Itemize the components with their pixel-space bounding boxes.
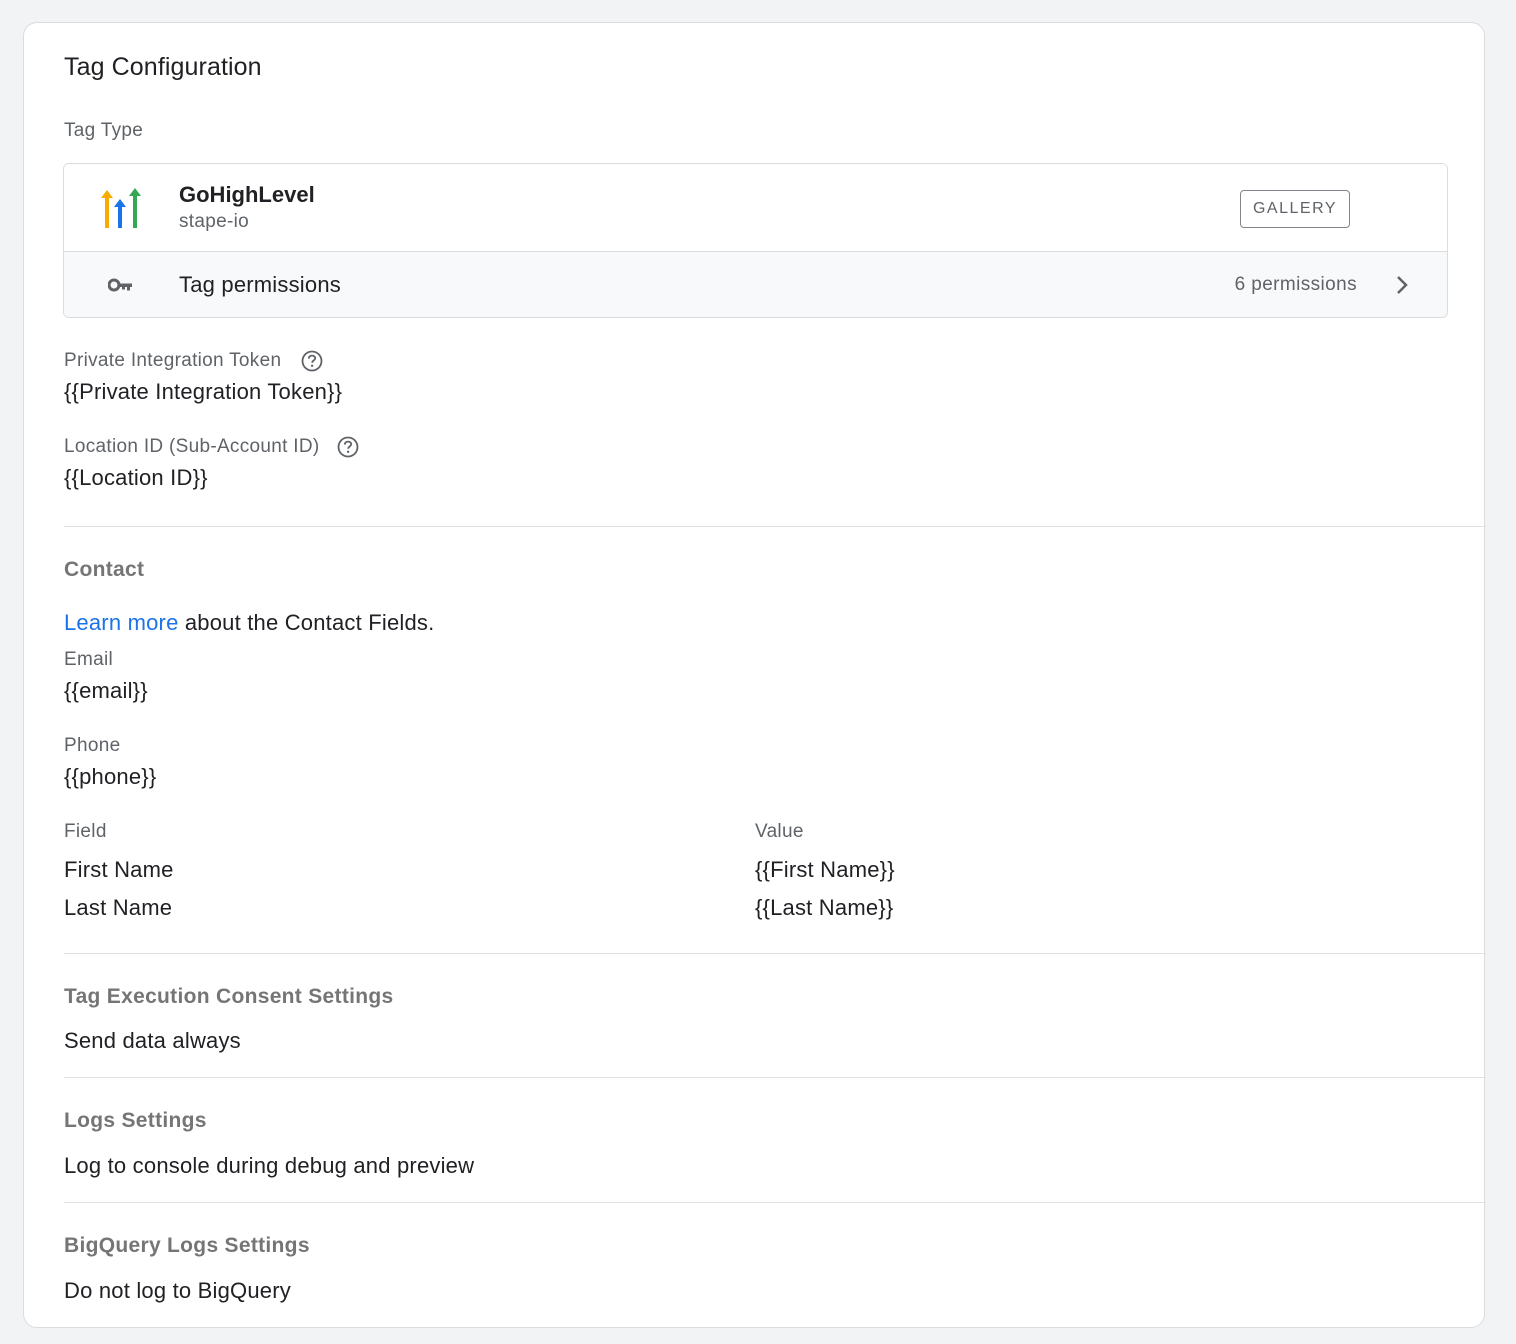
bigquery-value: Do not log to BigQuery xyxy=(64,1278,291,1303)
table-cell-field: Last Name xyxy=(64,895,173,920)
tag-vendor: stape-io xyxy=(179,211,249,232)
section-divider xyxy=(64,1202,1486,1203)
logs-section-title: Logs Settings xyxy=(64,1109,207,1132)
help-icon[interactable] xyxy=(337,436,359,458)
table-cell-value: {{Last Name}} xyxy=(755,895,894,920)
tag-configuration-card: Tag Configuration Tag Type GoHighLevel s… xyxy=(23,22,1486,1328)
key-icon xyxy=(108,278,132,292)
email-label: Email xyxy=(64,649,114,670)
section-divider xyxy=(64,526,1486,527)
consent-value: Send data always xyxy=(64,1028,241,1053)
table-cell-field: First Name xyxy=(64,857,174,882)
tag-name: GoHighLevel xyxy=(179,182,315,207)
logs-value: Log to console during debug and preview xyxy=(64,1153,475,1178)
card-title: Tag Configuration xyxy=(64,53,262,81)
phone-label: Phone xyxy=(64,735,121,756)
section-divider xyxy=(64,953,1486,954)
table-header-field: Field xyxy=(64,821,107,842)
gohighlevel-logo-icon xyxy=(101,188,141,228)
learn-more-text: about the Contact Fields. xyxy=(178,610,435,635)
phone-value: {{phone}} xyxy=(64,764,157,789)
table-cell-value: {{First Name}} xyxy=(755,857,895,882)
location-label: Location ID (Sub-Account ID) xyxy=(64,436,320,457)
help-icon[interactable] xyxy=(301,350,323,372)
section-divider xyxy=(64,1077,1486,1078)
chevron-right-icon xyxy=(1397,276,1408,294)
email-value: {{email}} xyxy=(64,678,148,703)
contact-section-title: Contact xyxy=(64,558,145,581)
token-value: {{Private Integration Token}} xyxy=(64,379,343,404)
consent-section-title: Tag Execution Consent Settings xyxy=(64,985,394,1008)
bigquery-section-title: BigQuery Logs Settings xyxy=(64,1234,310,1257)
tag-type-header[interactable]: GoHighLevel stape-io GALLERY xyxy=(64,164,1447,251)
gallery-button[interactable]: GALLERY xyxy=(1240,190,1350,228)
table-header-value: Value xyxy=(755,821,804,842)
tag-permissions-label: Tag permissions xyxy=(179,272,341,297)
tag-type-box: GoHighLevel stape-io GALLERY Tag permiss… xyxy=(63,163,1448,318)
learn-more-line: Learn more about the Contact Fields. xyxy=(64,610,434,636)
token-label: Private Integration Token xyxy=(64,350,282,371)
tag-type-label: Tag Type xyxy=(64,120,144,141)
tag-permissions-row[interactable]: Tag permissions 6 permissions xyxy=(64,251,1447,317)
permissions-count: 6 permissions xyxy=(1234,274,1357,295)
location-value: {{Location ID}} xyxy=(64,465,208,490)
learn-more-link[interactable]: Learn more xyxy=(64,610,179,635)
